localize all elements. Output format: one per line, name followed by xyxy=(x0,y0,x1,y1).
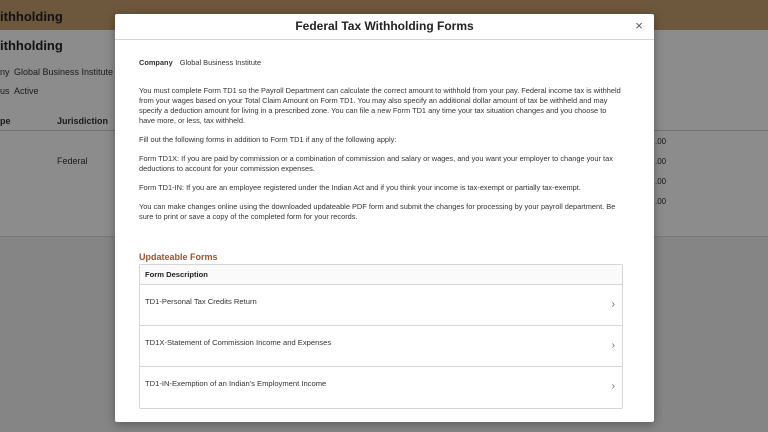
form-description-header: Form Description xyxy=(140,265,622,285)
form-row-td1[interactable]: TD1-Personal Tax Credits Return › xyxy=(140,285,622,326)
forms-table: Form Description TD1-Personal Tax Credit… xyxy=(139,264,623,409)
company-row: Company Global Business Institute xyxy=(139,58,623,68)
form-row-label: TD1-IN-Exemption of an Indian's Employme… xyxy=(145,379,327,388)
chevron-right-icon: › xyxy=(611,381,615,392)
form-row-label: TD1X-Statement of Commission Income and … xyxy=(145,338,332,347)
modal-title: Federal Tax Withholding Forms xyxy=(295,19,474,33)
company-value: Global Business Institute xyxy=(179,58,262,67)
modal-header: Federal Tax Withholding Forms × xyxy=(115,14,654,40)
td1in-paragraph: Form TD1-IN: If you are an employee regi… xyxy=(139,183,581,192)
chevron-right-icon: › xyxy=(611,299,615,310)
td1x-paragraph: Form TD1X: If you are paid by commission… xyxy=(139,154,613,173)
intro-paragraph: You must complete Form TD1 so the Payrol… xyxy=(139,86,621,125)
form-row-label: TD1-Personal Tax Credits Return xyxy=(145,297,257,306)
form-row-td1-in[interactable]: TD1-IN-Exemption of an Indian's Employme… xyxy=(140,367,622,408)
modal-body: Company Global Business Institute You mu… xyxy=(139,58,623,231)
tax-forms-modal: Federal Tax Withholding Forms × Company … xyxy=(115,14,654,422)
updateable-forms-heading: Updateable Forms xyxy=(139,252,218,262)
chevron-right-icon: › xyxy=(611,340,615,351)
instructions-paragraph: You can make changes online using the do… xyxy=(139,202,616,221)
company-label: Company xyxy=(139,58,173,67)
additional-forms-paragraph: Fill out the following forms in addition… xyxy=(139,135,397,144)
form-row-td1x[interactable]: TD1X-Statement of Commission Income and … xyxy=(140,326,622,367)
close-icon[interactable]: × xyxy=(632,18,646,34)
